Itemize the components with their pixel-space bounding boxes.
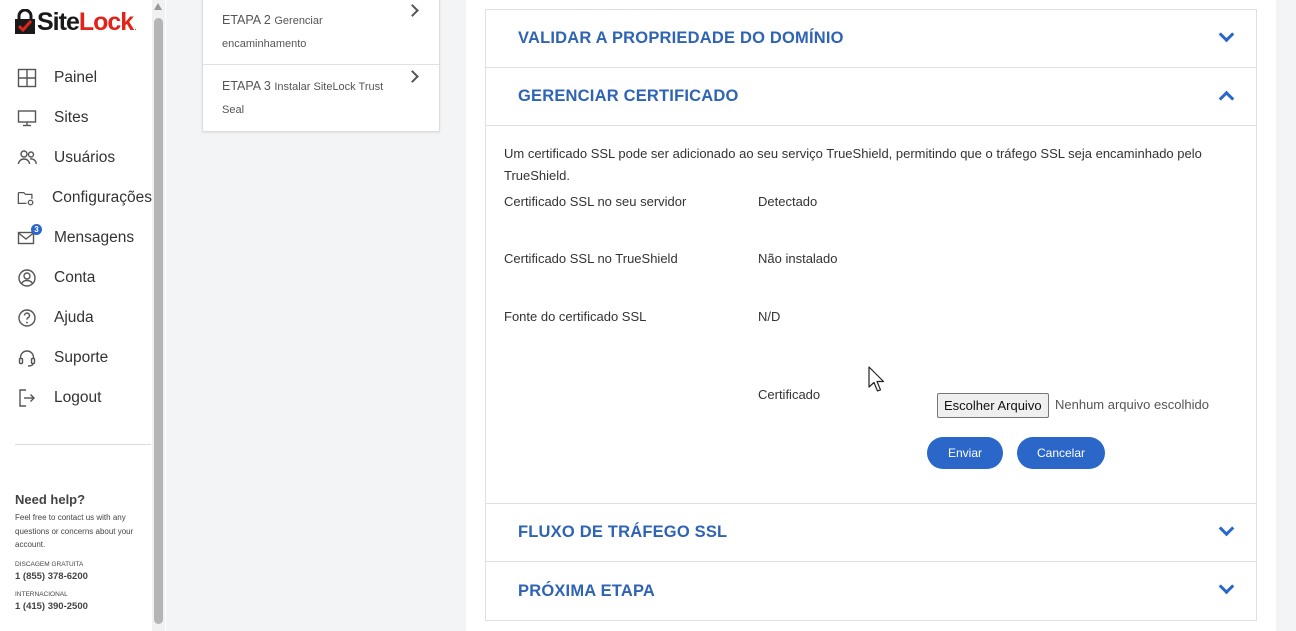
step-item-3[interactable]: ETAPA 3 Instalar SiteLock Trust Seal: [203, 65, 439, 131]
nav-label: Suporte: [54, 349, 109, 366]
chevron-down-icon: [1218, 26, 1235, 43]
nav-item-ajuda[interactable]: Ajuda: [0, 298, 152, 338]
section-title: VALIDAR A PROPRIEDADE DO DOMÍNIO: [518, 29, 844, 47]
nav-item-mensagens[interactable]: 3 Mensagens: [0, 218, 152, 258]
submit-button[interactable]: Enviar: [927, 437, 1003, 469]
file-status-text: Nenhum arquivo escolhido: [1055, 397, 1209, 412]
headset-icon: [18, 350, 36, 367]
nav-item-conta[interactable]: Conta: [0, 258, 152, 298]
help-title: Need help?: [15, 492, 86, 507]
mouse-pointer-icon: [868, 366, 885, 392]
nav-label: Sites: [54, 109, 89, 126]
step-prefix: ETAPA 2: [222, 13, 271, 27]
intl-label: INTERNACIONAL: [15, 590, 68, 598]
nav-label: Conta: [54, 269, 96, 286]
tollfree-number[interactable]: 1 (855) 378-6200: [15, 571, 150, 582]
certificate-file-label: Certificado: [758, 387, 821, 402]
nav-item-usuarios[interactable]: Usuários: [0, 138, 152, 178]
section-title: FLUXO DE TRÁFEGO SSL: [518, 523, 728, 541]
server-ssl-label: Certificado SSL no seu servidor: [504, 194, 687, 209]
monitor-icon: [17, 110, 37, 127]
steps-panel: ETAPA 2 Gerenciar encaminhamento ETAPA 3…: [202, 0, 440, 132]
nav-label: Mensagens: [54, 229, 135, 246]
brand-name-site: Site: [37, 8, 80, 36]
setup-accordion: VALIDAR A PROPRIEDADE DO DOMÍNIO GERENCI…: [485, 9, 1257, 621]
folder-settings-icon: [17, 191, 34, 206]
help-icon: [18, 309, 36, 327]
sidebar: SiteLock . Painel Sites Usuários Configu…: [0, 0, 166, 631]
section-next-step[interactable]: PRÓXIMA ETAPA: [486, 562, 1256, 620]
server-ssl-value: Detectado: [758, 194, 818, 209]
step-prefix: ETAPA 3: [222, 79, 271, 93]
ssl-source-value: N/D: [758, 309, 781, 324]
scrollbar-thumb[interactable]: [154, 18, 163, 624]
chevron-right-icon: [406, 70, 419, 83]
help-text: Feel free to contact us with any questio…: [15, 513, 134, 549]
tollfree-label: DISCAGEM GRATUITA: [15, 560, 84, 568]
trueshield-ssl-value: Não instalado: [758, 251, 838, 266]
ssl-source-label: Fonte do certificado SSL: [504, 309, 647, 324]
manage-certificate-body: Um certificado SSL pode ser adicionado a…: [486, 126, 1256, 504]
trueshield-ssl-label: Certificado SSL no TrueShield: [504, 251, 678, 266]
chevron-down-icon: [1218, 520, 1235, 537]
account-icon: [18, 269, 36, 287]
nav-item-sites[interactable]: Sites: [0, 98, 152, 138]
sitelock-logo[interactable]: SiteLock .: [14, 8, 137, 36]
chevron-up-icon: [1218, 90, 1235, 107]
brand-dot: .: [134, 22, 137, 33]
nav-label: Logout: [54, 389, 102, 406]
section-title: GERENCIAR CERTIFICADO: [518, 87, 739, 105]
intl-number[interactable]: 1 (415) 390-2500: [15, 601, 150, 612]
brand-name-lock: Lock: [78, 8, 134, 36]
chevron-right-icon: [406, 4, 419, 17]
nav-item-logout[interactable]: Logout: [0, 378, 152, 418]
certificate-description: Um certificado SSL pode ser adicionado a…: [504, 146, 1202, 183]
chevron-down-icon: [1218, 578, 1235, 595]
section-validate-domain[interactable]: VALIDAR A PROPRIEDADE DO DOMÍNIO: [486, 10, 1256, 68]
nav-item-suporte[interactable]: Suporte: [0, 338, 152, 378]
cancel-button[interactable]: Cancelar: [1017, 437, 1105, 469]
sidebar-scrollbar[interactable]: [152, 0, 165, 631]
section-manage-certificate[interactable]: GERENCIAR CERTIFICADO: [486, 68, 1256, 126]
section-ssl-traffic[interactable]: FLUXO DE TRÁFEGO SSL: [486, 504, 1256, 562]
logout-icon: [19, 389, 35, 407]
choose-file-button[interactable]: Escolher Arquivo: [937, 393, 1049, 418]
scroll-up-arrow-icon[interactable]: [154, 3, 162, 10]
users-icon: [17, 150, 37, 165]
unread-badge: 3: [31, 224, 42, 235]
section-title: PRÓXIMA ETAPA: [518, 581, 656, 600]
sidebar-divider: [15, 444, 151, 445]
nav-label: Ajuda: [54, 309, 94, 326]
mail-icon-wrapper: 3: [17, 224, 42, 248]
nav-label: Painel: [54, 69, 98, 86]
help-box: Need help? Feel free to contact us with …: [15, 492, 150, 612]
sidebar-nav: Painel Sites Usuários Configurações 3 Me…: [0, 58, 152, 418]
lock-logo-icon: [15, 9, 35, 34]
step-item-2[interactable]: ETAPA 2 Gerenciar encaminhamento: [203, 0, 439, 65]
nav-label: Configurações: [52, 189, 152, 206]
nav-item-painel[interactable]: Painel: [0, 58, 152, 98]
nav-label: Usuários: [54, 149, 116, 166]
nav-item-configuracoes[interactable]: Configurações: [0, 178, 152, 218]
grid-icon: [17, 68, 37, 88]
